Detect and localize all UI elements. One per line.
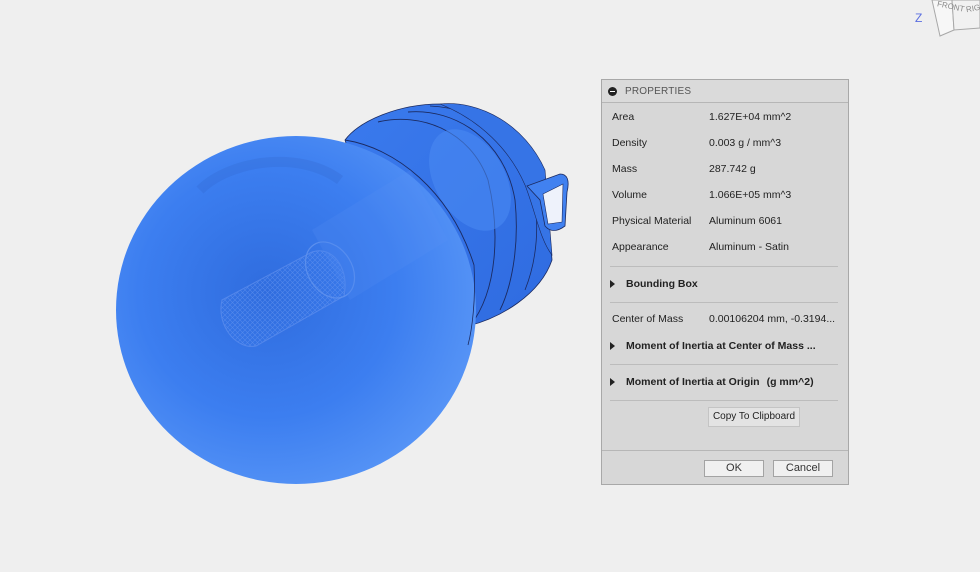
section-label: Bounding Box — [626, 278, 698, 290]
divider — [610, 302, 838, 303]
property-label: Physical Material — [612, 215, 692, 227]
footer-divider — [602, 450, 848, 451]
property-row-area: Area 1.627E+04 mm^2 — [612, 111, 842, 125]
section-label: Moment of Inertia at Center of Mass ... — [626, 340, 816, 352]
property-label: Density — [612, 137, 648, 149]
property-value: Aluminum 6061 — [709, 215, 782, 227]
property-value: 1.066E+05 mm^3 — [709, 189, 792, 201]
divider — [610, 266, 838, 267]
moi-center-section[interactable]: Moment of Inertia at Center of Mass ... — [610, 339, 840, 353]
properties-panel: PROPERTIES Area 1.627E+04 mm^2 Density 0… — [601, 79, 849, 485]
property-label: Mass — [612, 163, 638, 175]
collapse-icon[interactable] — [608, 86, 617, 96]
property-value: Aluminum - Satin — [709, 241, 789, 253]
property-label: Volume — [612, 189, 648, 201]
bounding-box-section[interactable]: Bounding Box — [610, 277, 840, 291]
property-row-mass: Mass 287.742 g — [612, 163, 842, 177]
divider — [610, 364, 838, 365]
section-label: Moment of Inertia at Origin — [626, 376, 760, 388]
property-label: Area — [612, 111, 635, 123]
property-value: 287.742 g — [709, 163, 756, 175]
copy-to-clipboard-button[interactable]: Copy To Clipboard — [708, 407, 800, 427]
property-row-appearance: Appearance Aluminum - Satin — [612, 241, 842, 255]
property-row-density: Density 0.003 g / mm^3 — [612, 137, 842, 151]
ok-button[interactable]: OK — [704, 460, 764, 477]
section-units: (g mm^2) — [766, 376, 814, 388]
moi-origin-section[interactable]: Moment of Inertia at Origin (g mm^2) — [610, 375, 840, 389]
expand-triangle-icon[interactable] — [610, 342, 615, 350]
property-value: 0.00106204 mm, -0.3194... — [709, 313, 836, 325]
expand-triangle-icon[interactable] — [610, 280, 615, 288]
axis-z-label: Z — [915, 11, 923, 25]
property-label: Center of Mass — [612, 313, 684, 325]
view-cube[interactable]: Z FRONT RIG — [910, 0, 980, 40]
property-label: Appearance — [612, 241, 669, 253]
panel-header[interactable]: PROPERTIES — [602, 80, 848, 103]
cancel-button[interactable]: Cancel — [773, 460, 833, 477]
property-row-center-of-mass: Center of Mass 0.00106204 mm, -0.3194... — [612, 313, 842, 327]
property-value: 1.627E+04 mm^2 — [709, 111, 792, 123]
property-row-material: Physical Material Aluminum 6061 — [612, 215, 842, 229]
panel-title: PROPERTIES — [625, 85, 692, 97]
divider — [610, 400, 838, 401]
property-value: 0.003 g / mm^3 — [709, 137, 782, 149]
property-row-volume: Volume 1.066E+05 mm^3 — [612, 189, 842, 203]
expand-triangle-icon[interactable] — [610, 378, 615, 386]
